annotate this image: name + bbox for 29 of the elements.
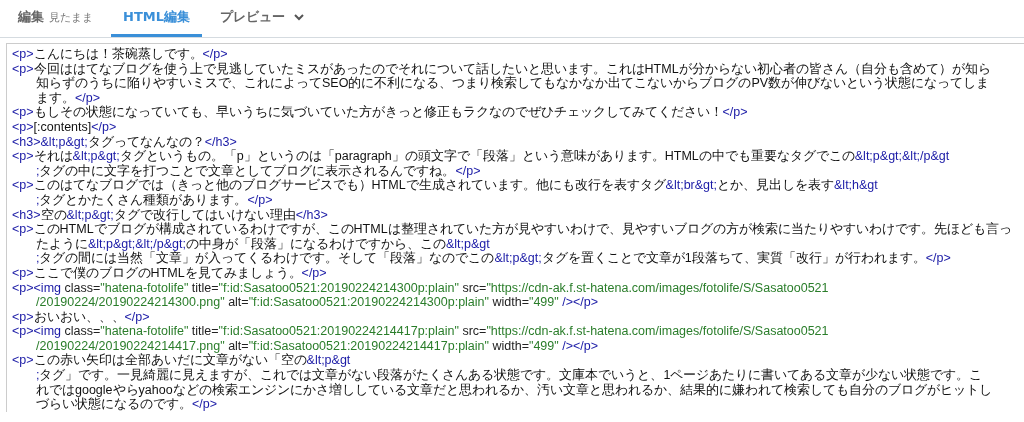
code-line: <h3>空の&lt;p&gt;タグで改行してはいけない理由</h3> xyxy=(12,207,328,222)
code-line: ます。</p> xyxy=(35,90,101,106)
code-line: れではgoogleやらyahooなどの検索エンジンにかさ増ししている文章だと思われるか、汚い文章と思われるか、結果的に嫌われて検索しても自分のブログがヒットし xyxy=(35,382,992,398)
code-line: /20190224/20190224214417.png" alt="f:id:Sasatoo0521:20190224214417p:plain" width="499" /></p> xyxy=(35,338,598,354)
editor-tab[interactable]: プレビュー xyxy=(207,0,316,37)
code-line: /20190224/20190224214300.png" alt="f:id:Sasatoo0521:20190224214300p:plain" width="499" /></p> xyxy=(35,295,598,310)
code-line: <h3>&lt;p&gt;タグってなんなの？</h3> xyxy=(12,134,237,149)
code-line: <p>今回ははてなブログを使う上で見逃していたミスがあったのでそれについて話したいと思います。これはHTMLが分からない初心者の皆さん（自分も含めて）が知ら xyxy=(12,61,991,76)
code-line: <p><img class="hatena-fotolife" title="f:id:Sasatoo0521:20190224214300p:plain" src="https://cdn-ak.f.st-hatena.com/images/fotolife/S/Sasatoo0521 xyxy=(12,280,829,296)
editor-tab[interactable]: 編集 見たまま xyxy=(6,0,105,37)
code-line: 知らずのうちに陥りやすいミスで、これによってSEO的に不利になる、つまり検索してもなかなか出てこないからブログのPV数が伸びないという状態になってしま xyxy=(35,76,990,91)
code-line: <p>このHTMLでブログが構成されているわけですが、このHTMLは整理されていた方が見やすいわけで、見やすいブログの方が検索に当たりやすいわけです。先ほども言っ xyxy=(12,222,1012,237)
code-line: <p><img class="hatena-fotolife" title="f:id:Sasatoo0521:20190224214417p:plain" src="https://cdn-ak.f.st-hatena.com/images/fotolife/S/Sasatoo0521 xyxy=(12,324,829,339)
code-line: づらい状態になるのです。</p> xyxy=(35,397,218,412)
code-line: <p>こんにちは！茶碗蒸しです。</p> xyxy=(12,47,228,62)
code-line: ;タグとかたくさん種類があります。</p> xyxy=(35,192,273,208)
code-line: <p>[:contents]</p> xyxy=(12,119,117,135)
code-line: <p>この赤い矢印は全部あいだに文章がない「空の&lt;p&gt xyxy=(12,353,351,369)
code-line: <p>ここで僕のブログのHTMLを見てみましょう。</p> xyxy=(12,265,327,281)
code-line: <p>それは&lt;p&gt;タグというもの。「p」というのは「paragraph」の頭文字で「段落」という意味があります。HTMLの中でも重要なタグでこの&lt;p&gt;&lt;/p&gt xyxy=(12,149,950,164)
code-line: <p>もしその状態になっていても、早いうちに気づいていた方がきっと修正もラクなのでぜひチェックしてみてください！</p> xyxy=(12,105,748,120)
code-editor[interactable] xyxy=(6,43,1024,412)
code-line: ;タグ」です。一見綺麗に見えますが、これでは文章がない段落がたくさんある状態です。文庫本でいうと、1ページあたりに書いてある文章が少ない状態です。こ xyxy=(35,368,983,383)
code-line: <p>おいおい、、、</p> xyxy=(12,309,150,325)
code-line: ;タグの中に文字を打つことで文章としてブログに表示されるんですね。</p> xyxy=(35,163,481,179)
code-line: たように&lt;p&gt;&lt;/p&gt;の中身が「段落」になるわけですから、この&lt;p&gt xyxy=(35,236,490,252)
editor-tab[interactable]: HTML編集 xyxy=(111,0,202,37)
code-line: ;タグの間には当然「文章」が入ってくるわけです。そして「段落」なのでこの&lt;p&gt;タグを置くことで文章が1段落ちて、実質「改行」が行われます。</p> xyxy=(35,251,951,266)
code-line: <p>このはてなブログでは（きっと他のブログサービスでも）HTMLで生成されています。他にも改行を表すタグ&lt;br&gt;とか、見出しを表す&lt;h&gt xyxy=(12,178,878,193)
